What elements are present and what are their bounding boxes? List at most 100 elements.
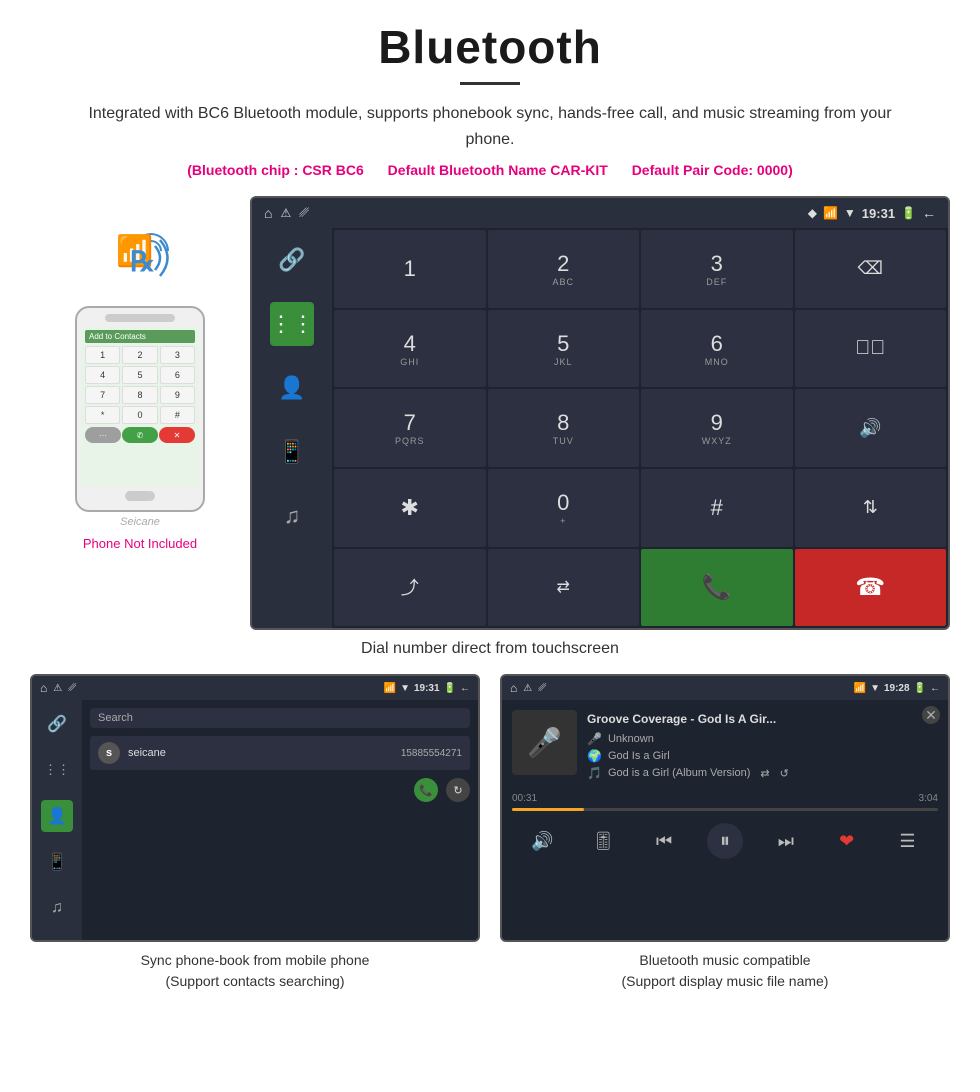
contacts-body: 🔗 ⋮⋮ 👤 📱 ♫ Search s seicane 15885554271 (32, 700, 478, 940)
contacts-search[interactable]: Search (90, 708, 470, 728)
music-warning-icon: ⚠ (523, 683, 532, 694)
contacts-status-left: ⌂ ⚠ ␥ (40, 681, 76, 695)
sidebar-calls-icon[interactable]: 📱 (270, 430, 314, 474)
phone-key-3: 3 (160, 346, 195, 364)
dial-key-backspace[interactable]: ⌫ (795, 230, 947, 308)
contacts-sidebar-calls[interactable]: 📱 (41, 846, 73, 878)
equalizer-icon[interactable]: 🎚 (585, 823, 621, 859)
contacts-back-icon: ← (460, 683, 470, 694)
spec-default-name: Default Bluetooth Name CAR-KIT (388, 162, 608, 178)
music-caption-line2: (Support display music file name) (622, 973, 829, 989)
status-bar-right: ◆ 📶 ▼ 19:31 🔋 ← (808, 205, 936, 221)
music-status-time: 19:28 (884, 683, 910, 694)
location-icon: ◆ (808, 206, 817, 220)
dial-key-hash[interactable]: # (641, 469, 793, 547)
dial-key-1[interactable]: 1 (334, 230, 486, 308)
volume-control-icon[interactable]: 🔊 (524, 823, 560, 859)
contacts-status-bar: ⌂ ⚠ ␥ 📶 ▼ 19:31 🔋 ← (32, 676, 478, 700)
music-wifi-icon: ▼ (870, 683, 880, 694)
phone-key-7: 7 (85, 386, 120, 404)
phone-key-2: 2 (122, 346, 157, 364)
dial-key-4[interactable]: 4GHI (334, 310, 486, 388)
title-underline (460, 82, 520, 85)
phone-btn-end: ✕ (159, 427, 195, 443)
contacts-sidebar: 🔗 ⋮⋮ 👤 📱 ♫ (32, 700, 82, 940)
sidebar-contacts-icon[interactable]: 👤 (270, 366, 314, 410)
music-meta-track-row: 🎵 God is a Girl (Album Version) ⇄ ↺ (587, 766, 938, 780)
contacts-sidebar-link[interactable]: 🔗 (41, 708, 73, 740)
dial-key-6[interactable]: 6MNO (641, 310, 793, 388)
bluetooth-icon-wrapper: 📶 ℞ (100, 226, 180, 296)
phone-home-btn (125, 491, 155, 501)
contact-phone: 15885554271 (401, 748, 462, 759)
dial-key-5[interactable]: 5JKL (488, 310, 640, 388)
dial-key-merge[interactable]: ⤴ (334, 549, 486, 627)
contacts-sidebar-person[interactable]: 👤 (41, 800, 73, 832)
music-battery-icon: 🔋 (914, 683, 926, 694)
music-back-icon: ← (930, 683, 940, 694)
dial-key-3[interactable]: 3DEF (641, 230, 793, 308)
status-bar-left: ⌂ ⚠ ␥ (264, 205, 309, 221)
contacts-battery-icon: 🔋 (444, 683, 456, 694)
phone-btn-grey: ··· (85, 427, 121, 443)
contacts-sidebar-keypad[interactable]: ⋮⋮ (41, 754, 73, 786)
phone-key-6: 6 (160, 366, 195, 384)
bluetooth-status-icon: 📶 (823, 206, 838, 220)
dial-key-0[interactable]: 0+ (488, 469, 640, 547)
dial-key-mute[interactable]: 🎤⃠ (795, 310, 947, 388)
music-bt-icon: 📶 (854, 683, 866, 694)
phone-key-4: 4 (85, 366, 120, 384)
dial-key-volume[interactable]: 🔊 (795, 389, 947, 467)
phone-key-hash: # (160, 406, 195, 424)
progress-bar-wrapper: 00:31 3:04 (512, 793, 938, 811)
dial-key-end[interactable]: ☎ (795, 549, 947, 627)
track-icon: 🎵 (587, 766, 602, 780)
contacts-usb-icon: ␥ (68, 683, 76, 694)
dial-key-7[interactable]: 7PQRS (334, 389, 486, 467)
dial-key-transfer[interactable]: ⇅ (795, 469, 947, 547)
playlist-button[interactable]: ☰ (889, 823, 925, 859)
music-usb-icon: ␥ (538, 683, 546, 694)
progress-track[interactable] (512, 808, 938, 811)
favorite-button[interactable]: ❤ (829, 823, 865, 859)
sidebar-keypad-icon[interactable]: ⋮⋮ (270, 302, 314, 346)
repeat-icon: ↺ (780, 767, 789, 780)
specs-line: (Bluetooth chip : CSR BC6 Default Blueto… (30, 162, 950, 178)
contacts-refresh-button[interactable]: ↻ (446, 778, 470, 802)
play-pause-button[interactable]: ⏸ (707, 823, 743, 859)
phone-key-star: * (85, 406, 120, 424)
phone-key-0: 0 (122, 406, 157, 424)
phone-key-1: 1 (85, 346, 120, 364)
bottom-row: ⌂ ⚠ ␥ 📶 ▼ 19:31 🔋 ← 🔗 ⋮⋮ (30, 674, 950, 992)
phone-screen: Add to Contacts 1 2 3 4 5 6 7 8 9 * 0 # (81, 326, 199, 486)
music-track: God is a Girl (Album Version) (608, 767, 750, 779)
dial-key-call[interactable]: 📞 (641, 549, 793, 627)
dial-key-hold[interactable]: ⇄ (488, 549, 640, 627)
contacts-warning-icon: ⚠ (53, 683, 62, 694)
dial-key-9[interactable]: 9WXYZ (641, 389, 793, 467)
prev-track-button[interactable]: ⏮ (646, 823, 682, 859)
home-icon: ⌂ (264, 205, 272, 221)
dial-key-2[interactable]: 2ABC (488, 230, 640, 308)
dial-key-8[interactable]: 8TUV (488, 389, 640, 467)
contacts-sidebar-music[interactable]: ♫ (41, 892, 73, 924)
phone-bottom-row: ··· ✆ ✕ (85, 427, 195, 443)
next-track-button[interactable]: ⏭ (768, 823, 804, 859)
contacts-caption-line2: (Support contacts searching) (166, 973, 345, 989)
status-time: 19:31 (862, 206, 895, 221)
dial-key-star[interactable]: ✱ (334, 469, 486, 547)
bt-signal-svg: ℞ (100, 226, 180, 291)
progress-times: 00:31 3:04 (512, 793, 938, 804)
music-meta-album-row: 🌍 God Is a Girl (587, 749, 938, 763)
warning-icon: ⚠ (280, 206, 291, 220)
phone-key-5: 5 (122, 366, 157, 384)
sidebar-link-icon[interactable]: 🔗 (270, 238, 314, 282)
seicane-label: Seicane (120, 516, 160, 528)
phone-body: Add to Contacts 1 2 3 4 5 6 7 8 9 * 0 # (75, 306, 205, 512)
sidebar-music-icon[interactable]: ♫ (270, 494, 314, 538)
page-title: Bluetooth (30, 20, 950, 74)
contacts-action-row: 📞 ↻ (90, 778, 470, 802)
time-total: 3:04 (919, 793, 938, 804)
contacts-call-button[interactable]: 📞 (414, 778, 438, 802)
music-controls: 🔊 🎚 ⏮ ⏸ ⏭ ❤ ☰ (512, 819, 938, 863)
